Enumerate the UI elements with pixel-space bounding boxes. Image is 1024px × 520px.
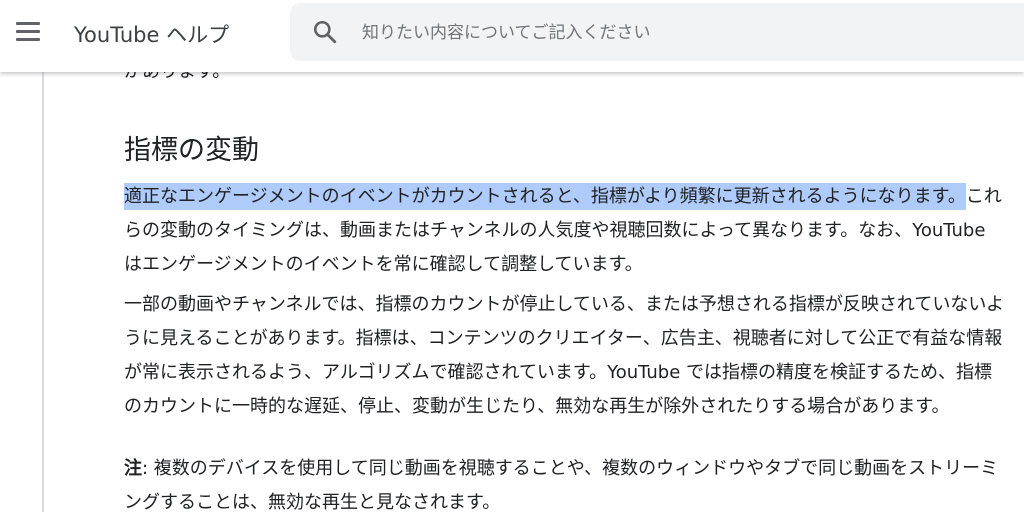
search-input[interactable]: [360, 3, 984, 63]
paragraph-1: 適正なエンゲージメントのイベントがカウントされると、指標がより頻繁に更新されるよ…: [124, 180, 1004, 282]
left-divider: [42, 72, 44, 512]
app-header: YouTube ヘルプ: [0, 0, 1024, 72]
search-bar[interactable]: [290, 3, 1024, 63]
search-icon[interactable]: [312, 19, 338, 45]
note-label: 注: [124, 458, 142, 479]
note-text: : 複数のデバイスを使用して同じ動画を視聴することや、複数のウィンドウやタブで同…: [124, 458, 999, 513]
section-heading: 指標の変動: [124, 135, 259, 166]
app-title[interactable]: YouTube ヘルプ: [74, 19, 229, 49]
paragraph-2: 一部の動画やチャンネルでは、指標のカウントが停止している、または予想される指標が…: [124, 294, 1005, 417]
selected-text-highlight[interactable]: 適正なエンゲージメントのイベントがカウントされると、指標がより頻繁に更新されるよ…: [124, 183, 966, 210]
note-paragraph: 注: 複数のデバイスを使用して同じ動画を視聴することや、複数のウィンドウやタブで…: [124, 452, 1004, 520]
hamburger-menu-icon[interactable]: [16, 22, 42, 42]
